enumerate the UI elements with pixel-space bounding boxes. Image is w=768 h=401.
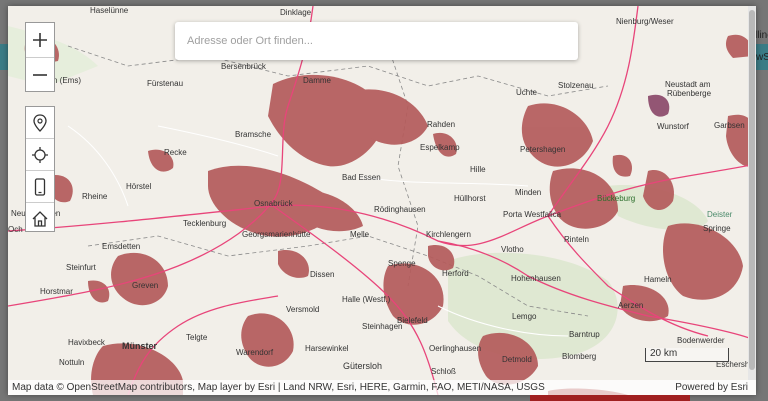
place-label: Hohenhausen [511,274,561,283]
place-label: Rödinghausen [374,205,426,214]
place-label: Bodenwerder [677,336,725,345]
place-label: Lemgo [512,312,537,321]
marker-button[interactable] [26,107,54,138]
home-icon [32,210,48,227]
attribution-bar: Map data © OpenStreetMap contributors, M… [8,380,756,395]
place-label: Telgte [186,333,208,342]
place-label: Garbsen [714,121,745,130]
place-label: Damme [303,76,332,85]
place-label: Uchte [516,88,537,97]
place-label: Hörstel [126,182,152,191]
place-label: Blomberg [562,352,596,361]
place-label: Detmold [502,355,532,364]
place-label: Spenge [388,259,416,268]
place-label: Springe [703,224,731,233]
place-label: Versmold [286,305,319,314]
home-button[interactable] [26,202,54,234]
place-label: Osnabrück [254,199,294,208]
address-search-input[interactable] [185,22,572,60]
place-label: Havixbeck [68,338,106,347]
place-label: Hameln [644,275,672,284]
map-marker-icon [33,113,47,132]
plus-icon [33,33,47,47]
place-label: Bielefeld [397,316,428,325]
mobile-button[interactable] [26,170,54,202]
powered-by-link[interactable]: Powered by Esri [675,380,748,395]
place-label: Georgsmarienhütte [242,230,311,239]
place-label: Recke [164,148,187,157]
edge-text-top: lline [755,30,768,41]
vertical-scrollbar[interactable] [748,6,756,380]
place-label: Petershagen [520,145,565,154]
place-label: Warendorf [236,348,274,357]
place-label: Haselünne [90,6,129,15]
place-label: Emsdetten [102,242,140,251]
place-label: Rheine [82,192,108,201]
crosshair-icon [32,146,48,163]
place-label: Porta Westfalica [503,210,562,219]
place-label: Bersenbrück [221,62,267,71]
map-canvas[interactable]: Haselünne Dinklage Nienburg/Weser Bersen… [8,6,756,395]
place-label: Dissen [310,270,334,279]
place-label: Minden [515,188,541,197]
place-label: Fürstenau [147,79,183,88]
place-label: Steinfurt [66,263,97,272]
zoom-control [25,22,55,92]
place-label: Bramsche [235,130,272,139]
place-label: Wunstorf [657,122,690,131]
place-label: Greven [132,281,158,290]
map-tools [25,106,55,232]
scrollbar-thumb[interactable] [749,10,755,370]
place-label: Aerzen [618,301,643,310]
minus-icon [33,74,47,76]
address-search-box [175,22,578,60]
place-label: Halle (Westf.) [342,295,391,304]
place-label: Bückeburg [597,194,635,203]
underlay-urban-area [530,395,690,401]
place-label: Herford [442,269,469,278]
place-label: Espelkamp [420,143,460,152]
place-label: n (Ems) [53,76,81,85]
place-label: Tecklenburg [183,219,226,228]
place-label: Rahden [427,120,455,129]
place-label: Neustadt am [665,80,711,89]
place-label: Kirchlengern [426,230,471,239]
place-label: Och [8,225,23,234]
zoom-in-button[interactable] [26,23,54,57]
mobile-phone-icon [34,177,46,196]
admin-boundary-3 [387,45,419,287]
place-label: Barntrup [569,330,600,339]
place-label: Bad Essen [342,173,381,182]
place-label: Schloß [431,367,456,376]
place-label: Rinteln [564,235,589,244]
place-label: Stolzenau [558,81,594,90]
place-label: Hille [470,165,486,174]
place-label: Harsewinkel [305,344,349,353]
place-label: Nottuln [59,358,84,367]
place-label: Oerlinghausen [429,344,481,353]
locate-button[interactable] [26,138,54,170]
map-dialog: Haselünne Dinklage Nienburg/Weser Bersen… [8,6,756,395]
place-label: Nienburg/Weser [616,17,674,26]
zoom-out-button[interactable] [26,57,54,92]
place-label: Münster [122,341,158,351]
edge-text-mid: wS [756,52,768,63]
place-label: Gütersloh [343,361,382,371]
attribution-text: Map data © OpenStreetMap contributors, M… [12,382,545,393]
place-label: Deister [707,210,733,219]
scale-bar: 20 km [645,348,729,362]
place-label: Hüllhorst [454,194,486,203]
place-label: Rübenberge [667,89,712,98]
place-label: Melle [350,230,370,239]
place-label: Horstmar [40,287,73,296]
place-label: Dinklage [280,8,312,17]
place-label: Vlotho [501,245,524,254]
